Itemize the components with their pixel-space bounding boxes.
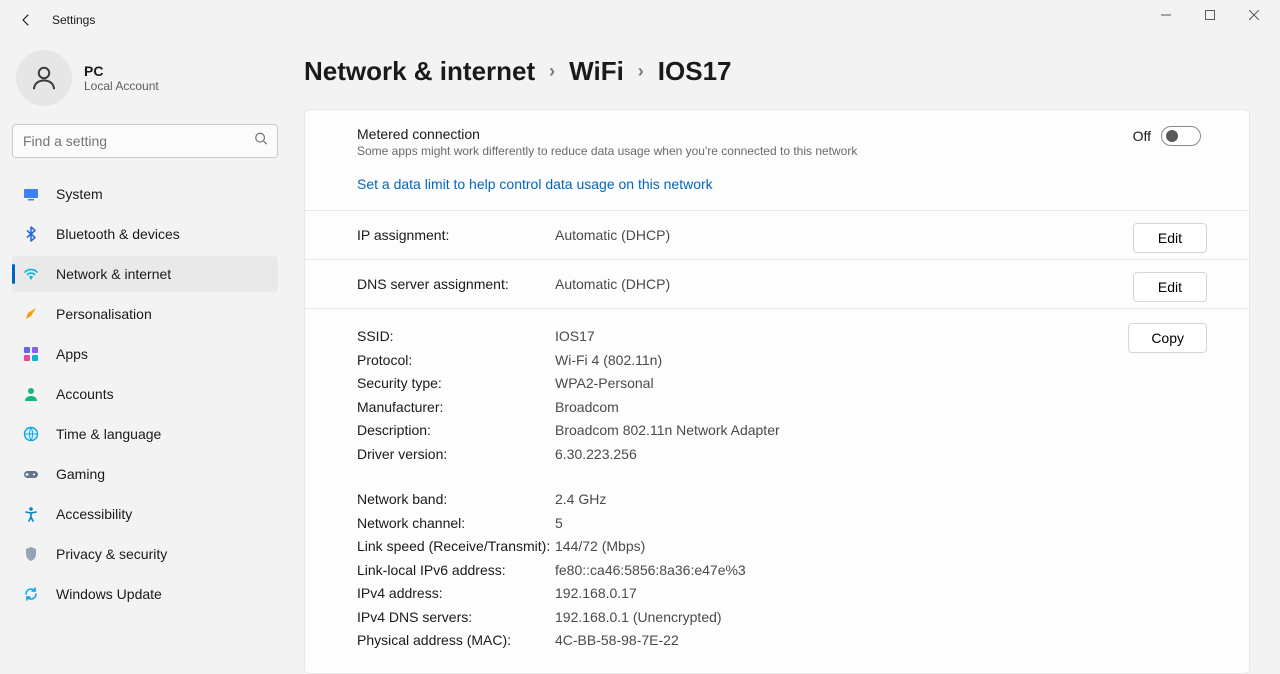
- dns4-value: 192.168.0.1 (Unencrypted): [555, 606, 722, 630]
- sidebar-item-label: Privacy & security: [56, 546, 167, 562]
- breadcrumb-root[interactable]: Network & internet: [304, 56, 535, 87]
- chevron-right-icon: ›: [549, 61, 555, 82]
- maximize-button[interactable]: [1188, 0, 1232, 30]
- sidebar-item-privacy[interactable]: Privacy & security: [12, 536, 278, 572]
- manufacturer-label: Manufacturer:: [357, 396, 555, 420]
- search-icon: [254, 132, 268, 151]
- sidebar-item-label: Network & internet: [56, 266, 171, 282]
- ssid-value: IOS17: [555, 325, 595, 349]
- accessibility-icon: [22, 505, 40, 523]
- copy-button[interactable]: Copy: [1128, 323, 1207, 353]
- security-value: WPA2-Personal: [555, 372, 654, 396]
- data-limit-link[interactable]: Set a data limit to help control data us…: [357, 176, 713, 192]
- ip-edit-button[interactable]: Edit: [1133, 223, 1207, 253]
- minimize-button[interactable]: [1144, 0, 1188, 30]
- maximize-icon: [1205, 10, 1215, 20]
- sidebar-item-gaming[interactable]: Gaming: [12, 456, 278, 492]
- system-icon: [22, 185, 40, 203]
- description-label: Description:: [357, 419, 555, 443]
- accounts-icon: [22, 385, 40, 403]
- search-input[interactable]: [12, 124, 278, 158]
- metered-title: Metered connection: [357, 126, 857, 142]
- ip-assignment-value: Automatic (DHCP): [555, 227, 1201, 243]
- sidebar-item-label: Bluetooth & devices: [56, 226, 180, 242]
- description-value: Broadcom 802.11n Network Adapter: [555, 419, 780, 443]
- sidebar-item-accounts[interactable]: Accounts: [12, 376, 278, 412]
- chevron-right-icon: ›: [638, 61, 644, 82]
- bluetooth-icon: [22, 225, 40, 243]
- apps-icon: [22, 345, 40, 363]
- manufacturer-value: Broadcom: [555, 396, 619, 420]
- close-button[interactable]: [1232, 0, 1276, 30]
- sidebar-item-label: Time & language: [56, 426, 161, 442]
- user-block[interactable]: PC Local Account: [12, 50, 278, 124]
- minimize-icon: [1161, 10, 1171, 20]
- sidebar-item-apps[interactable]: Apps: [12, 336, 278, 372]
- mac-label: Physical address (MAC):: [357, 629, 555, 653]
- person-icon: [29, 63, 59, 93]
- metered-subtitle: Some apps might work differently to redu…: [357, 144, 857, 158]
- ssid-label: SSID:: [357, 325, 555, 349]
- security-label: Security type:: [357, 372, 555, 396]
- speed-label: Link speed (Receive/Transmit):: [357, 535, 555, 559]
- sidebar-item-accessibility[interactable]: Accessibility: [12, 496, 278, 532]
- driver-label: Driver version:: [357, 443, 555, 467]
- back-button[interactable]: [8, 2, 44, 38]
- dns-assignment-value: Automatic (DHCP): [555, 276, 1201, 292]
- sidebar-item-personalisation[interactable]: Personalisation: [12, 296, 278, 332]
- sidebar-item-label: Accounts: [56, 386, 114, 402]
- wifi-icon: [22, 265, 40, 283]
- channel-label: Network channel:: [357, 512, 555, 536]
- window-title: Settings: [52, 13, 95, 27]
- toggle-label: Off: [1133, 128, 1151, 144]
- sidebar-item-label: Windows Update: [56, 586, 162, 602]
- band-value: 2.4 GHz: [555, 488, 606, 512]
- sidebar-item-time[interactable]: Time & language: [12, 416, 278, 452]
- close-icon: [1249, 10, 1259, 20]
- dns-edit-button[interactable]: Edit: [1133, 272, 1207, 302]
- gaming-icon: [22, 465, 40, 483]
- breadcrumb-current: IOS17: [658, 56, 732, 87]
- ip-assignment-label: IP assignment:: [357, 227, 555, 243]
- avatar: [16, 50, 72, 106]
- arrow-left-icon: [18, 12, 34, 28]
- protocol-value: Wi-Fi 4 (802.11n): [555, 349, 662, 373]
- metered-toggle[interactable]: [1161, 126, 1201, 146]
- brush-icon: [22, 305, 40, 323]
- sidebar-item-label: Gaming: [56, 466, 105, 482]
- sidebar-item-system[interactable]: System: [12, 176, 278, 212]
- sidebar-item-network[interactable]: Network & internet: [12, 256, 278, 292]
- sidebar-item-bluetooth[interactable]: Bluetooth & devices: [12, 216, 278, 252]
- sidebar-item-update[interactable]: Windows Update: [12, 576, 278, 612]
- shield-icon: [22, 545, 40, 563]
- sidebar-item-label: Personalisation: [56, 306, 152, 322]
- breadcrumb-wifi[interactable]: WiFi: [569, 56, 624, 87]
- band-label: Network band:: [357, 488, 555, 512]
- speed-value: 144/72 (Mbps): [555, 535, 645, 559]
- user-account: Local Account: [84, 79, 159, 93]
- sidebar-item-label: Accessibility: [56, 506, 132, 522]
- user-name: PC: [84, 63, 159, 79]
- protocol-label: Protocol:: [357, 349, 555, 373]
- breadcrumb: Network & internet › WiFi › IOS17: [304, 56, 1250, 87]
- driver-value: 6.30.223.256: [555, 443, 637, 467]
- dns4-label: IPv4 DNS servers:: [357, 606, 555, 630]
- ipv6-label: Link-local IPv6 address:: [357, 559, 555, 583]
- mac-value: 4C-BB-58-98-7E-22: [555, 629, 679, 653]
- ipv4-value: 192.168.0.17: [555, 582, 637, 606]
- channel-value: 5: [555, 512, 563, 536]
- sidebar-item-label: Apps: [56, 346, 88, 362]
- dns-assignment-label: DNS server assignment:: [357, 276, 555, 292]
- ipv6-value: fe80::ca46:5856:8a36:e47e%3: [555, 559, 746, 583]
- globe-icon: [22, 425, 40, 443]
- ipv4-label: IPv4 address:: [357, 582, 555, 606]
- sidebar-item-label: System: [56, 186, 103, 202]
- update-icon: [22, 585, 40, 603]
